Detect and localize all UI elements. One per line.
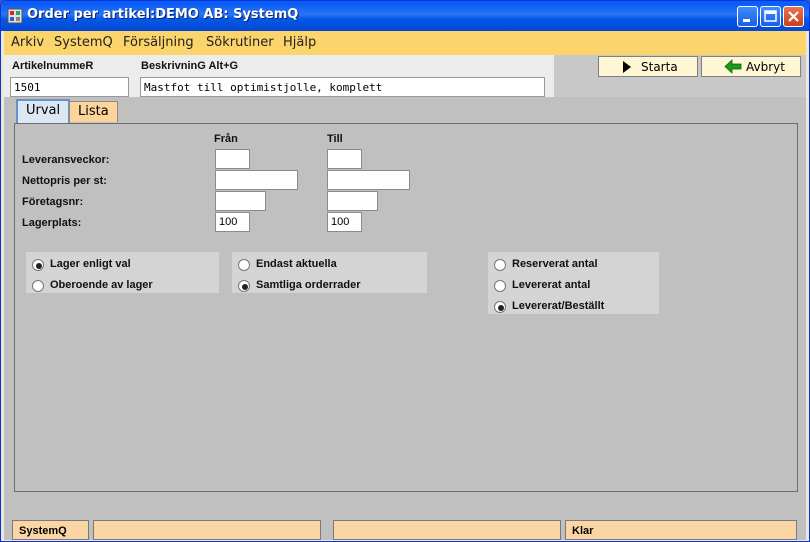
radio-button-checked	[238, 280, 250, 292]
maximize-button[interactable]	[760, 6, 781, 27]
delivery-weeks-to-input[interactable]	[327, 149, 362, 169]
radio-label: Endast aktuella	[256, 258, 337, 270]
radio-button-unchecked	[494, 280, 506, 292]
description-label: BeskrivninG Alt+G	[141, 60, 239, 72]
radio-button-checked	[32, 259, 44, 271]
radio-label: Lager enligt val	[50, 258, 131, 270]
rows-radio-group: Endast aktuella Samtliga orderrader	[232, 252, 427, 293]
to-column-header: Till	[327, 133, 343, 145]
article-number-field[interactable]: 1501	[10, 77, 129, 97]
delivery-weeks-from-input[interactable]	[215, 149, 250, 169]
cancel-button-label: Avbryt	[746, 60, 785, 74]
from-column-header: Från	[214, 133, 238, 145]
description-field[interactable]: Mastfot till optimistjolle, komplett	[140, 77, 545, 97]
radio-label: Reserverat antal	[512, 258, 598, 270]
menu-hjalp[interactable]: Hjälp	[283, 35, 316, 50]
action-buttons: Starta Avbryt	[554, 55, 806, 97]
urval-panel: Från Till Leveransveckor: Nettopris per …	[14, 123, 798, 492]
main-content: ArtikelnummeR 1501 BeskrivninG Alt+G Mas…	[4, 55, 806, 540]
menu-forsaljning[interactable]: Försäljning	[123, 35, 194, 50]
application-window: Order per artikel:DEMO AB: SystemQ Arkiv…	[0, 0, 810, 542]
cancel-button[interactable]: Avbryt	[701, 56, 801, 77]
start-button[interactable]: Starta	[598, 56, 698, 77]
arrow-left-icon	[724, 59, 742, 74]
status-field-3	[333, 520, 561, 540]
menu-systemq[interactable]: SystemQ	[54, 35, 113, 50]
maximize-icon	[764, 10, 777, 22]
title-bar[interactable]: Order per artikel:DEMO AB: SystemQ	[1, 1, 809, 31]
net-price-from-input[interactable]	[215, 170, 298, 190]
tab-strip: Urval Lista	[4, 98, 806, 123]
delivery-weeks-label: Leveransveckor:	[22, 154, 110, 166]
status-app: SystemQ	[12, 520, 89, 540]
company-number-to-input[interactable]	[327, 191, 378, 211]
status-bar: SystemQ Klar	[4, 516, 806, 540]
status-field-2	[93, 520, 321, 540]
radio-button-unchecked	[238, 259, 250, 271]
stock-location-to-input[interactable]: 100	[327, 212, 362, 232]
minimize-icon	[743, 19, 750, 22]
close-button[interactable]	[783, 6, 804, 27]
window-title: Order per artikel:DEMO AB: SystemQ	[27, 7, 299, 22]
radio-button-unchecked	[494, 259, 506, 271]
net-price-to-input[interactable]	[327, 170, 410, 190]
article-header: ArtikelnummeR 1501 BeskrivninG Alt+G Mas…	[4, 55, 554, 97]
radio-label: Oberoende av lager	[50, 279, 153, 291]
status-state: Klar	[565, 520, 797, 540]
play-triangle-icon	[623, 61, 631, 73]
quantity-radio-group: Reserverat antal Levererat antal Leverer…	[488, 252, 659, 314]
radio-button-unchecked	[32, 280, 44, 292]
systemq-app-icon	[7, 8, 23, 24]
radio-label: Levererat/Beställt	[512, 300, 605, 312]
close-icon	[788, 11, 799, 22]
menu-bar: Arkiv SystemQ Försäljning Sökrutiner Hjä…	[4, 31, 806, 55]
start-button-label: Starta	[641, 60, 678, 74]
tab-urval[interactable]: Urval	[16, 99, 71, 123]
minimize-button[interactable]	[737, 6, 758, 27]
radio-label: Samtliga orderrader	[256, 279, 361, 291]
menu-arkiv[interactable]: Arkiv	[11, 35, 44, 50]
stock-location-label: Lagerplats:	[22, 217, 82, 229]
stock-location-from-input[interactable]: 100	[215, 212, 250, 232]
company-number-label: Företagsnr:	[22, 196, 84, 208]
radio-button-checked	[494, 301, 506, 313]
net-price-label: Nettopris per st:	[22, 175, 107, 187]
radio-label: Levererat antal	[512, 279, 591, 291]
tab-lista[interactable]: Lista	[69, 101, 118, 122]
article-number-label: ArtikelnummeR	[12, 60, 94, 72]
company-number-from-input[interactable]	[215, 191, 266, 211]
menu-sokrutiner[interactable]: Sökrutiner	[206, 35, 274, 50]
stock-radio-group: Lager enligt val Oberoende av lager	[26, 252, 219, 293]
